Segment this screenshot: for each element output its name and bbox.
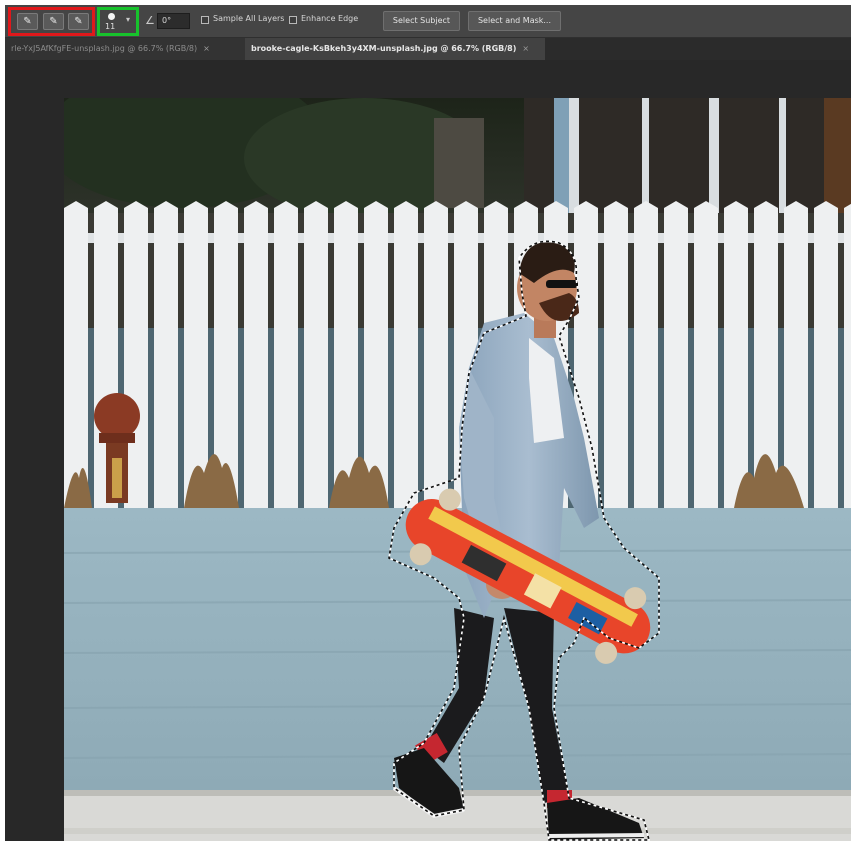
- subtract-from-selection-brush-icon[interactable]: ✎: [68, 13, 89, 30]
- tab-document-2[interactable]: brooke-cagle-KsBkeh3y4XM-unsplash.jpg @ …: [245, 38, 545, 60]
- brush-size-picker[interactable]: 11: [103, 12, 123, 32]
- new-selection-brush-icon[interactable]: ✎: [17, 13, 38, 30]
- options-bar: ✎ ✎ ✎ 11 ▾ ∠ 0° Sample All Layers Enhanc…: [5, 5, 851, 38]
- brush-size-value: 11: [105, 22, 116, 31]
- document-tab-bar: rle-YxJ5AfKfgFE-unsplash.jpg @ 66.7% (RG…: [5, 38, 851, 60]
- brush-tip-icon: [108, 13, 115, 20]
- add-to-selection-brush-icon[interactable]: ✎: [43, 13, 64, 30]
- tab-label: brooke-cagle-KsBkeh3y4XM-unsplash.jpg @ …: [251, 44, 517, 53]
- sample-all-layers-checkbox[interactable]: [201, 16, 209, 24]
- enhance-edge-checkbox[interactable]: [289, 16, 297, 24]
- select-subject-button[interactable]: Select Subject: [383, 11, 460, 31]
- photo-canvas[interactable]: [64, 98, 851, 841]
- chevron-down-icon[interactable]: ▾: [126, 15, 130, 24]
- angle-input[interactable]: 0°: [157, 13, 190, 29]
- select-and-mask-button[interactable]: Select and Mask...: [468, 11, 561, 31]
- photoshop-window: ✎ ✎ ✎ 11 ▾ ∠ 0° Sample All Layers Enhanc…: [5, 5, 851, 841]
- close-icon[interactable]: ×: [522, 44, 529, 53]
- tab-document-1[interactable]: rle-YxJ5AfKfgFE-unsplash.jpg @ 66.7% (RG…: [5, 38, 245, 60]
- close-icon[interactable]: ×: [203, 44, 210, 53]
- sample-all-layers-label: Sample All Layers: [213, 14, 285, 23]
- enhance-edge-label: Enhance Edge: [301, 14, 359, 23]
- house-background: [524, 98, 851, 218]
- tab-label: rle-YxJ5AfKfgFE-unsplash.jpg @ 66.7% (RG…: [11, 44, 198, 53]
- angle-icon: ∠: [145, 14, 155, 27]
